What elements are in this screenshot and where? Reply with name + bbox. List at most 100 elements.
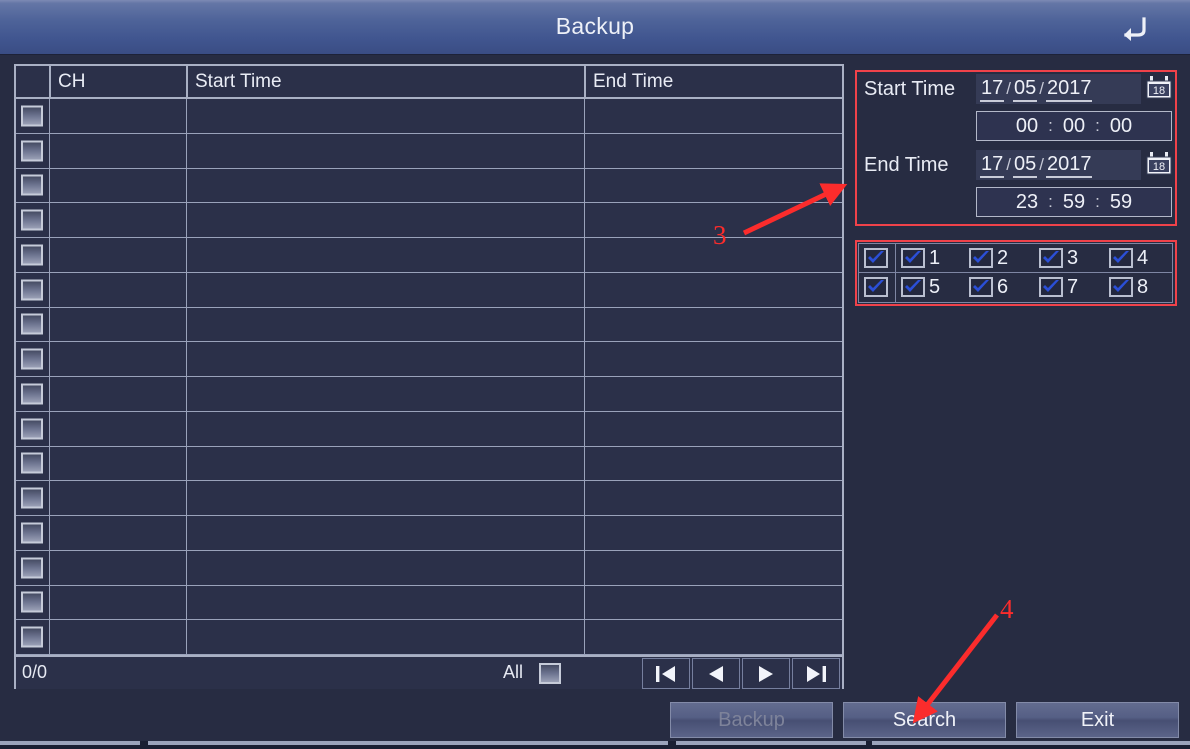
row-select-checkbox[interactable] — [21, 488, 43, 509]
row-select-checkbox[interactable] — [21, 522, 43, 543]
select-all-checkbox[interactable] — [539, 663, 561, 684]
end-time-second[interactable]: 59 — [1110, 191, 1132, 214]
cell-divider — [584, 169, 585, 203]
row-select-checkbox[interactable] — [21, 314, 43, 335]
pagination-controls — [642, 658, 840, 689]
start-date-month[interactable]: 05 — [1013, 77, 1037, 102]
table-row[interactable] — [16, 447, 842, 482]
row-select-checkbox[interactable] — [21, 105, 43, 126]
row-select-checkbox[interactable] — [21, 210, 43, 231]
cell-divider — [186, 273, 187, 307]
end-time-minute[interactable]: 59 — [1063, 191, 1085, 214]
row-select-checkbox[interactable] — [21, 453, 43, 474]
start-date-sep-1: / — [1006, 79, 1011, 99]
exit-button[interactable]: Exit — [1016, 702, 1179, 738]
start-date-day[interactable]: 17 — [980, 77, 1004, 102]
table-row[interactable] — [16, 620, 842, 655]
next-page-button[interactable] — [742, 658, 790, 689]
row-select-checkbox[interactable] — [21, 175, 43, 196]
table-row[interactable] — [16, 377, 842, 412]
end-date-calendar-icon[interactable]: 18 — [1146, 151, 1172, 176]
start-time-second[interactable]: 00 — [1110, 115, 1132, 138]
backup-button[interactable]: Backup — [670, 702, 833, 738]
table-header-ch: CH — [49, 66, 186, 97]
cell-divider — [584, 377, 585, 411]
table-row[interactable] — [16, 551, 842, 586]
search-button[interactable]: Search — [843, 702, 1006, 738]
end-date-day[interactable]: 17 — [980, 153, 1004, 178]
table-header-end-time: End Time — [584, 66, 842, 97]
cell-divider — [49, 134, 50, 168]
channel-select-all-checkbox-row2[interactable] — [864, 277, 888, 297]
row-select-checkbox[interactable] — [21, 383, 43, 404]
row-select-checkbox[interactable] — [21, 279, 43, 300]
cell-divider — [186, 377, 187, 411]
channel-checkbox-4[interactable] — [1109, 248, 1133, 268]
first-page-button[interactable] — [642, 658, 690, 689]
table-row[interactable] — [16, 203, 842, 238]
table-row[interactable] — [16, 134, 842, 169]
table-row[interactable] — [16, 238, 842, 273]
table-row[interactable] — [16, 308, 842, 343]
end-date-month[interactable]: 05 — [1013, 153, 1037, 178]
channel-row-2-divider — [895, 273, 896, 302]
channel-checkbox-5[interactable] — [901, 277, 925, 297]
start-date-calendar-icon[interactable]: 18 — [1146, 75, 1172, 100]
channel-row-2: 5678 — [859, 273, 1172, 302]
start-time-field[interactable]: 00 : 00 : 00 — [976, 111, 1172, 141]
cell-divider — [584, 273, 585, 307]
channel-checkbox-3[interactable] — [1039, 248, 1063, 268]
row-select-checkbox[interactable] — [21, 418, 43, 439]
end-time-sep-1: : — [1048, 192, 1053, 212]
start-date-year[interactable]: 2017 — [1046, 77, 1093, 102]
cell-divider — [49, 203, 50, 237]
start-time-row: 00 : 00 : 00 — [856, 110, 1176, 148]
end-time-hour[interactable]: 23 — [1016, 191, 1038, 214]
row-select-checkbox[interactable] — [21, 244, 43, 265]
cell-divider — [186, 203, 187, 237]
back-arrow-icon[interactable] — [1118, 12, 1152, 44]
last-page-button[interactable] — [792, 658, 840, 689]
channel-select-all-checkbox-row1[interactable] — [864, 248, 888, 268]
row-select-checkbox[interactable] — [21, 140, 43, 161]
table-row[interactable] — [16, 412, 842, 447]
start-time-hour[interactable]: 00 — [1016, 115, 1038, 138]
table-row[interactable] — [16, 342, 842, 377]
channel-checkbox-2[interactable] — [969, 248, 993, 268]
start-date-row: Start Time 17 / 05 / 2017 18 — [856, 72, 1176, 110]
titlebar: Backup — [0, 0, 1190, 55]
row-select-checkbox[interactable] — [21, 557, 43, 578]
table-row[interactable] — [16, 99, 842, 134]
table-row[interactable] — [16, 481, 842, 516]
row-select-checkbox[interactable] — [21, 627, 43, 648]
row-select-checkbox[interactable] — [21, 349, 43, 370]
start-date-sep-2: / — [1039, 79, 1044, 99]
channel-checkbox-6[interactable] — [969, 277, 993, 297]
cell-divider — [584, 99, 585, 133]
end-time-field[interactable]: 23 : 59 : 59 — [976, 187, 1172, 217]
table-row[interactable] — [16, 169, 842, 204]
channel-checkbox-1[interactable] — [901, 248, 925, 268]
prev-page-button[interactable] — [692, 658, 740, 689]
cell-divider — [49, 481, 50, 515]
cell-divider — [584, 134, 585, 168]
action-button-bar: Backup Search Exit — [670, 702, 1179, 738]
table-row[interactable] — [16, 586, 842, 621]
search-time-panel: Start Time 17 / 05 / 2017 18 00 — [856, 72, 1176, 224]
end-date-sep-1: / — [1006, 155, 1011, 175]
cell-divider — [49, 238, 50, 272]
start-date-field[interactable]: 17 / 05 / 2017 — [976, 74, 1141, 104]
channel-checkbox-7[interactable] — [1039, 277, 1063, 297]
end-date-field[interactable]: 17 / 05 / 2017 — [976, 150, 1141, 180]
cell-divider — [49, 169, 50, 203]
cell-divider — [186, 238, 187, 272]
row-select-checkbox[interactable] — [21, 592, 43, 613]
start-time-minute[interactable]: 00 — [1063, 115, 1085, 138]
page-count: 0/0 — [22, 662, 47, 683]
end-date-year[interactable]: 2017 — [1046, 153, 1093, 178]
table-header-start-time: Start Time — [186, 66, 584, 97]
table-row[interactable] — [16, 273, 842, 308]
channel-label-5: 5 — [929, 276, 940, 299]
channel-checkbox-8[interactable] — [1109, 277, 1133, 297]
table-row[interactable] — [16, 516, 842, 551]
